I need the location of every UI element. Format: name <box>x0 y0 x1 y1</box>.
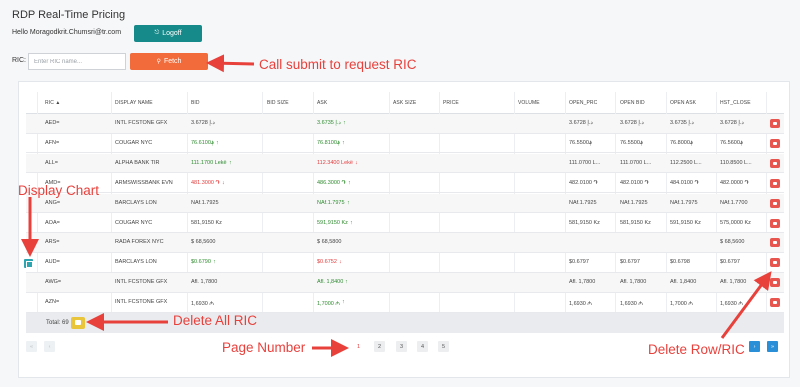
arrow-to-delete-row <box>720 271 772 339</box>
annotation-arrows <box>21 54 772 357</box>
arrow-to-fetch <box>206 54 255 73</box>
